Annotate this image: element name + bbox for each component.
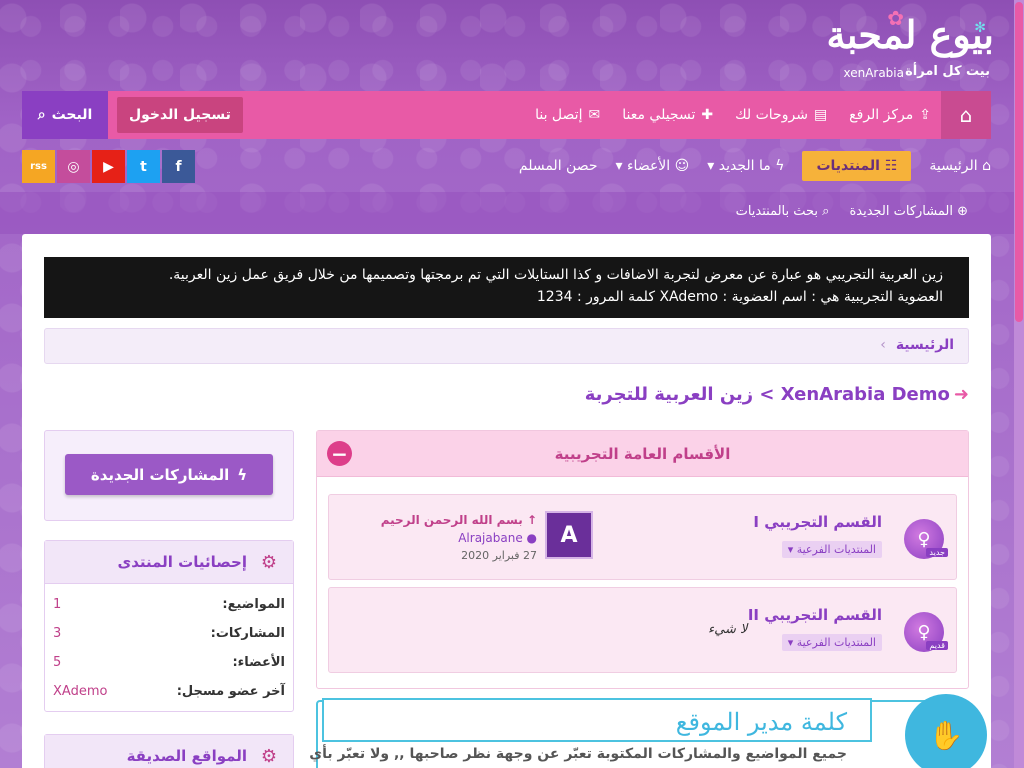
- mainnav-members[interactable]: ☺ الأعضاء ▾: [615, 158, 689, 174]
- arrow-up-icon: ↑: [522, 513, 537, 527]
- search-icon: ⌕: [37, 107, 46, 123]
- subnav-search-forums[interactable]: ⌕ بحث بالمنتديات: [736, 204, 830, 219]
- user-icon: ●: [522, 531, 537, 545]
- sidebar-forum-stats: ⚙ إحصائيات المنتدى المواضيع: 1 المشاركات: 3…: [44, 540, 294, 712]
- search-icon: ⌕: [818, 204, 830, 219]
- mainnav-home[interactable]: ⌂ الرئيسية: [929, 158, 991, 174]
- last-post-date: 27 فبراير 2020: [461, 549, 537, 562]
- avatar[interactable]: A: [545, 511, 593, 559]
- forum-node-1[interactable]: ♀ جديد القسم التجريبي I المنتديات الفرعية…: [328, 494, 957, 580]
- chevron-left-icon: ›: [880, 337, 886, 353]
- arrow-left-icon[interactable]: ➜: [954, 384, 969, 405]
- page-title: ➜XenArabia Demo > زين العربية للتجربة: [584, 384, 969, 405]
- top-nav: ⇪مركز الرفع ▤شروحات لك ✚تسجيلي معنا ✉إتص…: [535, 91, 931, 139]
- handshake-icon: ✋: [905, 694, 987, 768]
- subforums-dropdown[interactable]: المنتديات الفرعية ▾: [781, 541, 882, 558]
- forum-title[interactable]: القسم التجريبي I: [753, 513, 882, 531]
- notice-line-1: زين العربية التجريبي هو عبارة عن معرض لت…: [168, 267, 943, 283]
- admin-message: ✋ كلمة مدير الموقع جميع المواضيع والمشار…: [309, 694, 987, 768]
- sidebar-friend-sites: ⚙ المواقع الصديقة: [44, 734, 294, 768]
- admin-text: جميع المواضيع والمشاركات المكتوبة تعبّر …: [309, 746, 847, 762]
- stat-row: آخر عضو مسجل: XAdemo: [53, 684, 285, 699]
- stat-row: الأعضاء: 5: [53, 655, 285, 670]
- top-bar: ⌂ ⇪مركز الرفع ▤شروحات لك ✚تسجيلي معنا ✉إ…: [22, 91, 991, 139]
- social-links: f t ▶ ◎ rss: [22, 150, 195, 183]
- breadcrumb: الرئيسية ›: [44, 328, 969, 364]
- latest-member-link[interactable]: XAdemo: [53, 684, 107, 699]
- facebook-icon[interactable]: f: [162, 150, 195, 183]
- nav-register[interactable]: ✚تسجيلي معنا: [622, 107, 713, 123]
- stats-header: ⚙ إحصائيات المنتدى: [45, 541, 293, 584]
- stat-row: المشاركات: 3: [53, 626, 285, 641]
- mainnav-hisn[interactable]: حصن المسلم: [519, 158, 598, 174]
- last-post-user[interactable]: ● Alrajabane: [342, 529, 537, 547]
- site-logo[interactable]: ✿ ✻ بيوع لمحبة بيت كل امرأة xenArabia: [809, 6, 995, 86]
- notice-banner: زين العربية التجريبي هو عبارة عن معرض لت…: [44, 257, 969, 318]
- sub-nav: ⊕ المشاركات الجديدة ⌕ بحث بالمنتديات: [0, 192, 1024, 234]
- search-button[interactable]: البحث ⌕: [22, 91, 108, 139]
- comments-icon: ☷: [879, 158, 898, 174]
- logo-text: بيوع لمحبة: [826, 12, 995, 57]
- category-block: الأقسام العامة التجريبية − ♀ جديد القسم ا…: [316, 430, 969, 689]
- mainnav-whats-new[interactable]: ϟ ما الجديد ▾: [707, 158, 784, 174]
- login-button[interactable]: تسجيل الدخول: [117, 97, 243, 133]
- bolt-icon: ϟ: [237, 465, 248, 484]
- last-post-title[interactable]: ↑ بسم الله الرحمن الرحيم: [342, 511, 537, 529]
- search-plus-icon: ⊕: [952, 204, 968, 219]
- forum-title[interactable]: القسم التجريبي II: [748, 606, 882, 624]
- collapse-toggle[interactable]: −: [327, 441, 352, 466]
- nav-upload-center[interactable]: ⇪مركز الرفع: [849, 107, 931, 123]
- user-plus-icon: ✚: [701, 107, 714, 123]
- no-posts-label: لا شيء: [708, 622, 748, 637]
- instagram-icon[interactable]: ◎: [57, 150, 90, 183]
- gears-icon: ⚙: [260, 745, 277, 767]
- gears-icon: ⚙: [260, 551, 277, 573]
- twitter-icon[interactable]: t: [127, 150, 160, 183]
- friends-header: ⚙ المواقع الصديقة: [45, 735, 293, 768]
- main-content: زين العربية التجريبي هو عبارة عن معرض لت…: [22, 234, 991, 768]
- scrollbar-thumb[interactable]: [1015, 2, 1023, 322]
- category-header[interactable]: الأقسام العامة التجريبية −: [317, 431, 968, 477]
- logo-brand: xenArabia: [843, 66, 904, 80]
- new-posts-button[interactable]: ϟ المشاركات الجديدة: [65, 454, 273, 495]
- envelope-icon: ✉: [588, 107, 601, 123]
- chevron-down-icon: ▾: [615, 158, 627, 174]
- upload-icon: ⇪: [919, 107, 931, 123]
- nav-contact[interactable]: ✉إتصل بنا: [535, 107, 600, 123]
- users-icon: ☺: [670, 158, 690, 174]
- subforums-dropdown[interactable]: المنتديات الفرعية ▾: [781, 634, 882, 651]
- home-icon: ⌂: [959, 103, 973, 127]
- subnav-new-posts[interactable]: ⊕ المشاركات الجديدة: [849, 204, 968, 219]
- forum-icon: ♀ قديم: [904, 612, 948, 652]
- logo-tagline: بيت كل امرأة: [905, 64, 990, 79]
- home-button[interactable]: ⌂: [941, 91, 991, 139]
- youtube-icon[interactable]: ▶: [92, 150, 125, 183]
- sidebar-new-posts: ϟ المشاركات الجديدة: [44, 430, 294, 521]
- page-scrollbar[interactable]: [1014, 0, 1024, 768]
- rss-icon[interactable]: rss: [22, 150, 55, 183]
- last-post: ↑ بسم الله الرحمن الرحيم ● Alrajabane 27…: [342, 511, 537, 565]
- forum-icon: ♀ جديد: [904, 519, 948, 559]
- book-icon: ▤: [813, 107, 828, 123]
- admin-title: كلمة مدير الموقع: [675, 708, 847, 736]
- chevron-down-icon: ▾: [707, 158, 719, 174]
- notice-line-2: العضوية التجريبية هي : اسم العضوية : XAd…: [536, 289, 943, 305]
- main-nav: ⌂ الرئيسية ☷ المنتديات ϟ ما الجديد ▾ ☺ ا…: [22, 148, 991, 184]
- bolt-icon: ϟ: [770, 158, 785, 174]
- stat-row: المواضيع: 1: [53, 597, 285, 612]
- breadcrumb-home[interactable]: الرئيسية: [896, 337, 954, 353]
- nav-tutorials[interactable]: ▤شروحات لك: [735, 107, 827, 123]
- forum-node-2[interactable]: ♀ قديم القسم التجريبي II المنتديات الفرعي…: [328, 587, 957, 673]
- house-icon: ⌂: [977, 158, 991, 174]
- mainnav-forums[interactable]: ☷ المنتديات: [802, 151, 912, 181]
